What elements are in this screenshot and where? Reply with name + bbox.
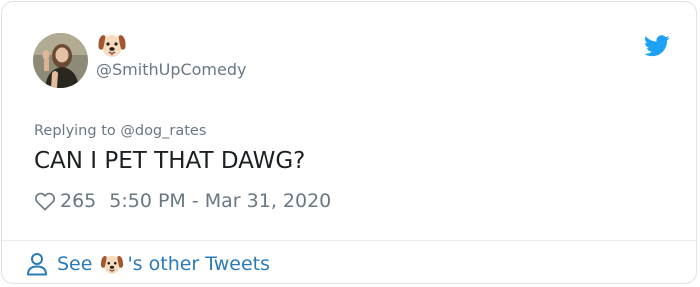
see-label: See	[57, 253, 93, 275]
dog-face-emoji-icon	[101, 255, 124, 274]
see-other-tweets-link[interactable]: See 's other Tweets	[26, 248, 270, 280]
twitter-bird-icon[interactable]	[644, 35, 670, 57]
reply-prefix: Replying to	[34, 123, 116, 139]
tweet-meta: 265 5:50 PM - Mar 31, 2020	[34, 188, 331, 214]
other-tweets-label: 's other Tweets	[127, 253, 270, 275]
tweet-card: @SmithUpComedy Replying to @dog_rates CA…	[1, 1, 697, 284]
footer-divider	[2, 240, 696, 241]
tweet-timestamp[interactable]: 5:50 PM - Mar 31, 2020	[109, 190, 331, 212]
author-handle[interactable]: @SmithUpComedy	[96, 60, 246, 80]
dog-face-emoji-icon	[98, 35, 126, 57]
author-display-name[interactable]	[96, 30, 128, 60]
heart-icon	[35, 192, 55, 211]
like-button[interactable]: 265	[34, 190, 96, 212]
avatar-photo	[33, 33, 88, 88]
person-icon	[27, 253, 47, 276]
reply-context: Replying to @dog_rates	[34, 121, 206, 141]
reply-to-link[interactable]: @dog_rates	[120, 123, 206, 139]
author-avatar[interactable]	[33, 33, 88, 88]
tweet-text: CAN I PET THAT DAWG?	[34, 148, 306, 174]
like-count: 265	[60, 190, 97, 212]
